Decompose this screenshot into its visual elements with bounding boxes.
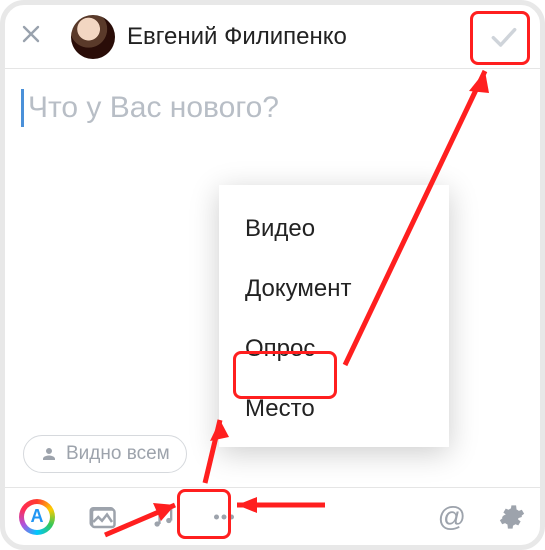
gallery-icon[interactable]	[87, 502, 117, 532]
user-name: Евгений Филипенко	[127, 23, 347, 51]
visibility-label: Видно всем	[66, 443, 170, 465]
story-button[interactable]: A	[19, 499, 55, 535]
annotation-highlight-more	[177, 489, 231, 539]
close-icon[interactable]	[19, 22, 43, 51]
composer-area[interactable]: Что у Вас нового?	[5, 69, 540, 137]
menu-item-video[interactable]: Видео	[219, 199, 449, 259]
composer-placeholder: Что у Вас нового?	[28, 91, 279, 125]
menu-item-document[interactable]: Документ	[219, 259, 449, 319]
mention-icon[interactable]: @	[438, 501, 466, 533]
person-icon	[40, 445, 58, 463]
avatar[interactable]	[71, 15, 115, 59]
text-caret	[21, 89, 24, 127]
bottom-toolbar: A @	[5, 487, 540, 545]
annotation-highlight-poll	[233, 351, 337, 399]
annotation-highlight-confirm	[470, 11, 530, 65]
story-letter: A	[24, 504, 50, 530]
music-icon[interactable]	[149, 503, 177, 531]
attach-menu: Видео Документ Опрос Место	[219, 185, 449, 447]
settings-icon[interactable]	[498, 503, 526, 531]
header-bar: Евгений Филипенко	[5, 5, 540, 69]
visibility-chip[interactable]: Видно всем	[23, 435, 187, 473]
